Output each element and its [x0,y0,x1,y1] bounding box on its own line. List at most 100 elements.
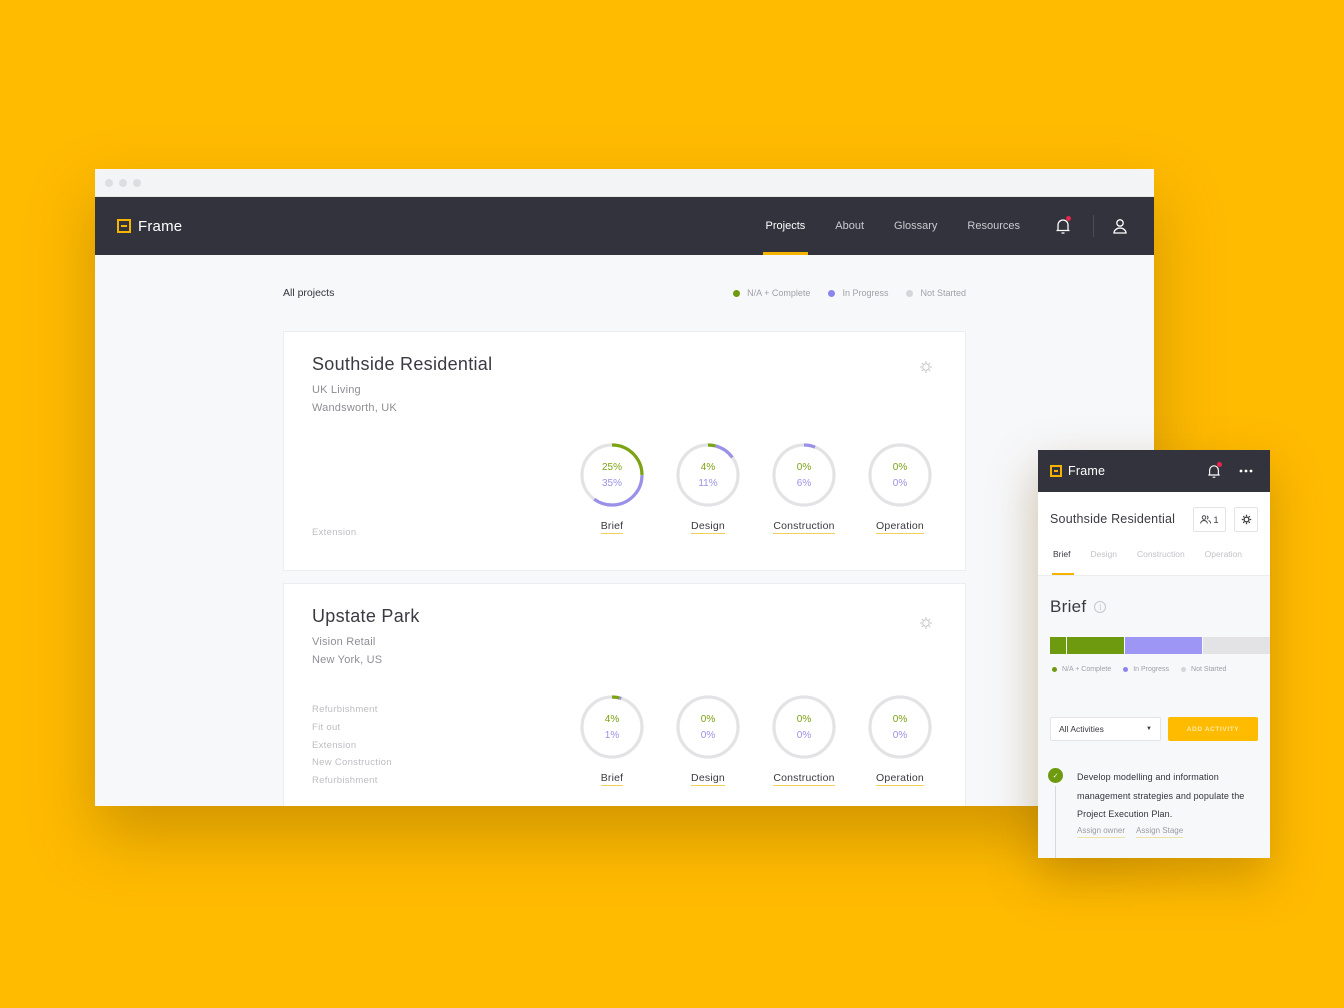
projects-content: All projects N/A + Complete In Progress … [95,255,1154,806]
top-navbar: Frame Projects About Glossary Resources [95,197,1154,255]
nav-glossary[interactable]: Glossary [894,197,937,255]
complete-pct: 25% [601,462,622,473]
stage-brief[interactable]: 25% 35% Brief [579,442,645,534]
project-client: Vision Retail [312,636,376,648]
notifications-button[interactable] [1051,214,1075,238]
status-legend: N/A + Complete In Progress Not Started [1052,666,1226,673]
nav-about[interactable]: About [835,197,864,255]
project-type: Refurbishment [312,704,378,715]
legend-label: Not Started [1191,666,1227,673]
in-progress-pct: 0% [892,730,908,741]
window-minimize-dot[interactable] [119,178,127,187]
stage-operation[interactable]: 0% 0% Operation [867,442,933,534]
stage-ring: 0% 0% [867,694,933,760]
window-maximize-dot[interactable] [133,178,141,187]
complete-pct: 4% [700,462,716,473]
project-name[interactable]: Southside Residential [312,354,492,375]
settings-gear-icon[interactable] [919,616,933,630]
team-members-button[interactable]: 1 [1193,507,1226,532]
browser-chrome [95,169,1154,197]
legend-dot-not-started [1181,667,1187,672]
team-count: 1 [1213,514,1219,525]
in-progress-pct: 11% [698,478,718,489]
app-name: Frame [1068,464,1106,478]
project-settings-button[interactable] [1234,507,1258,532]
mobile-project-header: Southside Residential 1 Brief Design Con… [1038,492,1270,576]
activity-filter-select[interactable]: All Activities ▼ [1050,717,1161,741]
content-header: All projects N/A + Complete In Progress … [283,255,966,331]
stage-design[interactable]: 0% 0% Design [675,694,741,786]
tab-design[interactable]: Design [1090,549,1116,575]
legend-label: N/A + Complete [747,288,811,298]
stage-operation[interactable]: 0% 0% Operation [867,694,933,786]
stage-ring: 4% 11% [675,442,741,508]
tab-brief[interactable]: Brief [1051,549,1075,575]
stage-design[interactable]: 4% 11% Design [675,442,741,534]
stage-brief[interactable]: 4% 1% Brief [579,694,645,786]
stage-label[interactable]: Operation [876,520,924,534]
users-icon [1200,515,1212,524]
stage-tabs: Brief Design Construction Operation [1051,549,1262,575]
legend-in-progress: In Progress [828,288,888,298]
complete-pct: 4% [604,714,620,725]
project-name[interactable]: Upstate Park [312,606,420,627]
project-types: Refurbishment Fit out Extension New Cons… [312,701,392,790]
main-nav: Projects About Glossary Resources [751,197,1132,255]
activity-item: ✓ Develop modelling and information mana… [1048,768,1263,858]
legend-dot-complete [1052,667,1057,672]
project-location: New York, US [312,654,383,666]
nav-resources[interactable]: Resources [967,197,1020,255]
progress-segment-in-progress [1125,637,1202,654]
stage-label[interactable]: Design [691,520,725,534]
progress-segment-not-started [1202,637,1270,654]
profile-button[interactable] [1108,214,1132,238]
stage-label[interactable]: Brief [600,772,624,786]
project-card[interactable]: Upstate Park Vision Retail New York, US … [283,583,966,806]
in-progress-pct: 0% [700,730,716,741]
stage-label[interactable]: Construction [773,772,835,786]
stage-heading: Brief i [1050,597,1107,617]
assign-stage-link[interactable]: Assign Stage [1136,826,1184,838]
notifications-button[interactable] [1202,459,1226,483]
mobile-app-window: Frame Southside Residential 1 Brief Desi… [1038,450,1270,858]
legend-dot-in-progress [828,289,836,297]
stage-ring: 0% 0% [675,694,741,760]
status-legend: N/A + Complete In Progress Not Started [733,288,966,298]
legend-dot-complete [733,289,741,297]
stage-ring: 0% 0% [771,694,837,760]
tab-operation[interactable]: Operation [1205,549,1242,575]
project-type: Refurbishment [312,775,378,787]
window-close-dot[interactable] [105,178,113,187]
stage-label[interactable]: Construction [773,520,835,534]
legend-not-started: Not Started [1181,666,1226,673]
nav-divider [1093,215,1094,237]
stage-construction[interactable]: 0% 0% Construction [771,694,837,786]
project-name: Southside Residential [1050,512,1176,526]
project-card[interactable]: Southside Residential UK Living Wandswor… [283,331,966,571]
stage-label[interactable]: Brief [600,520,624,534]
stage-label[interactable]: Operation [876,772,924,786]
stage-label[interactable]: Design [691,772,725,786]
in-progress-pct: 6% [796,478,812,489]
app-name: Frame [138,217,183,235]
app-logo[interactable]: Frame [1050,464,1105,478]
project-types: Extension [312,524,356,542]
stage-progress-bar [1050,637,1270,654]
add-activity-button[interactable]: ADD ACTIVITY [1168,717,1258,741]
info-icon[interactable]: i [1094,601,1107,613]
assign-owner-link[interactable]: Assign owner [1077,826,1126,838]
settings-gear-icon[interactable] [919,360,933,374]
stage-ring: 0% 0% [867,442,933,508]
mobile-navbar: Frame [1038,450,1270,492]
legend-label: In Progress [1133,666,1170,673]
desktop-browser-window: Frame Projects About Glossary Resources … [95,169,1154,806]
app-logo[interactable]: Frame [117,218,182,235]
stage-rings: 25% 35% Brief 4% 11% Design 0% 6% Construct… [579,442,933,534]
complete-pct: 0% [796,714,812,725]
nav-projects[interactable]: Projects [762,197,808,255]
completed-check-icon[interactable]: ✓ [1048,768,1063,783]
tab-construction[interactable]: Construction [1137,549,1185,575]
stage-construction[interactable]: 0% 6% Construction [771,442,837,534]
more-options-button[interactable] [1234,459,1258,483]
stage-ring: 0% 6% [771,442,837,508]
